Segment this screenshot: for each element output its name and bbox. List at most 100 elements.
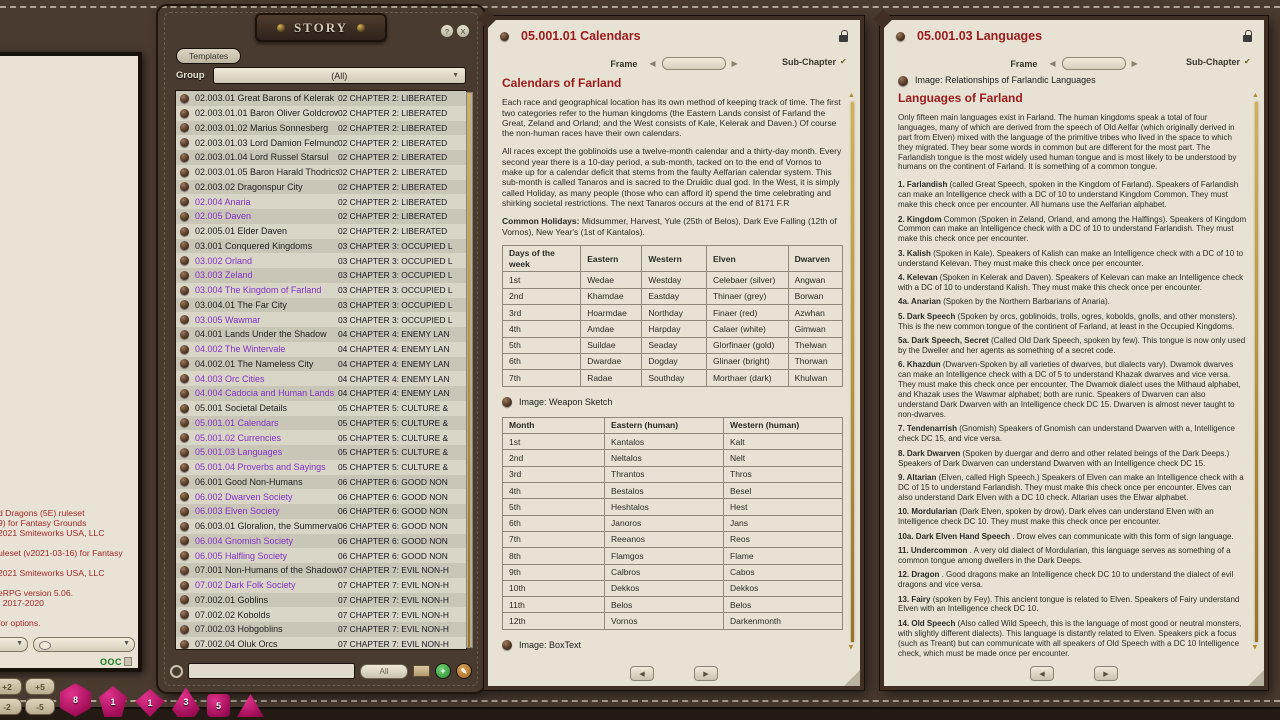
page-scrollbar[interactable] [851,102,854,642]
entry-orb-icon [180,374,189,383]
d6-die[interactable]: 5 [207,694,230,717]
link-ring-icon[interactable] [170,665,183,678]
frame-label: Frame [1010,59,1037,69]
story-entry-row[interactable]: 02.003.02 Dragonspur City02 CHAPTER 2: L… [176,180,466,195]
modifier-button[interactable]: -5 [25,698,55,715]
frame-prev-icon[interactable]: ◀ [649,59,655,68]
months-table: MonthEastern (human)Western (human)1stKa… [502,417,843,630]
image-link[interactable]: Image: Relationships of Farlandic Langua… [898,76,1247,86]
story-entry-row[interactable]: 02.005 Daven02 CHAPTER 2: LIBERATED [176,209,466,224]
story-entry-row[interactable]: 02.003.01 Great Barons of Kelerak02 CHAP… [176,91,466,106]
entry-name: 02.005.01 Elder Daven [195,226,338,236]
prev-page-button[interactable]: ◀ [630,666,654,681]
d12-die[interactable]: 1 [98,686,128,717]
add-entry-button[interactable]: + [435,663,451,679]
dice-tray: 81135 [60,683,264,717]
frame-slider[interactable] [662,57,726,70]
entry-name: 07.002 Dark Folk Society [195,580,338,590]
entry-orb-icon[interactable] [500,32,509,41]
help-button[interactable]: ? [440,24,454,38]
story-entry-row[interactable]: 05.001 Societal Details05 CHAPTER 5: CUL… [176,401,466,416]
prev-page-button[interactable]: ◀ [1030,666,1054,681]
image-link[interactable]: Image: Weapon Sketch [502,397,843,407]
story-entry-row[interactable]: 02.003.01.05 Baron Harald Thodricsson02 … [176,165,466,180]
story-entry-row[interactable]: 04.004 Cadocia and Human Lands04 CHAPTER… [176,386,466,401]
table-cell: Kantalos [605,434,724,450]
table-cell: Khamdae [581,288,642,304]
d10-die[interactable]: 1 [135,689,165,717]
story-entry-row[interactable]: 03.004 The Kingdom of Farland03 CHAPTER … [176,283,466,298]
group-select[interactable]: (All) ▼ [213,67,467,84]
frame-next-icon[interactable]: ▶ [1132,59,1138,68]
image-link[interactable]: Image: BoxText [502,640,843,650]
story-entry-row[interactable]: 05.001.04 Proverbs and Sayings05 CHAPTER… [176,460,466,475]
next-page-button[interactable]: ▶ [694,666,718,681]
story-entry-row[interactable]: 06.003 Elven Society06 CHAPTER 6: GOOD N… [176,504,466,519]
story-entry-row[interactable]: 06.001 Good Non-Humans06 CHAPTER 6: GOOD… [176,475,466,490]
story-entry-row[interactable]: 03.002 Orland03 CHAPTER 3: OCCUPIED L [176,253,466,268]
story-entry-row[interactable]: 06.004 Gnomish Society06 CHAPTER 6: GOOD… [176,534,466,549]
story-entry-row[interactable]: 02.003.01.04 Lord Russel Starsul02 CHAPT… [176,150,466,165]
chat-line: , 2017-2020 [0,598,135,608]
story-window-plaque[interactable]: STORY [255,13,387,42]
story-entry-row[interactable]: 02.004 Anaria02 CHAPTER 2: LIBERATED [176,194,466,209]
chat-voice-select[interactable]: ▼ [33,637,135,652]
frame-slider[interactable] [1062,57,1126,70]
story-entry-row[interactable]: 02.003.01.03 Lord Damion Felmund02 CHAPT… [176,135,466,150]
story-entry-row[interactable]: 04.002.01 The Nameless City04 CHAPTER 4:… [176,357,466,372]
table-cell: Angwan [788,272,842,288]
d20-die[interactable]: 8 [60,683,91,717]
filter-all-button[interactable]: All [360,664,408,679]
frame-prev-icon[interactable]: ◀ [1049,59,1055,68]
story-entry-row[interactable]: 03.001 Conquered Kingdoms03 CHAPTER 3: O… [176,239,466,254]
story-entry-row[interactable]: 04.003 Orc Cities04 CHAPTER 4: ENEMY LAN [176,371,466,386]
story-entry-row[interactable]: 07.001 Non-Humans of the Shadow07 CHAPTE… [176,563,466,578]
close-button[interactable]: X [456,24,470,38]
entry-group-label: 03 CHAPTER 3: OCCUPIED L [338,270,454,280]
story-entry-row[interactable]: 04.002 The Wintervale04 CHAPTER 4: ENEMY… [176,342,466,357]
subchapter-toggle[interactable]: Sub-Chapter ✔ [1186,57,1252,67]
story-list-scrollbar[interactable] [466,92,473,648]
modifier-button[interactable]: -2 [0,698,22,715]
story-entry-row[interactable]: 07.002 Dark Folk Society07 CHAPTER 7: EV… [176,578,466,593]
frame-next-icon[interactable]: ▶ [732,59,738,68]
edit-button[interactable]: ✎ [456,663,472,679]
entry-orb-icon [180,227,189,236]
entry-group-label: 02 CHAPTER 2: LIBERATED [338,167,454,177]
lock-icon[interactable] [839,35,848,42]
story-entry-row[interactable]: 03.004.01 The Far City03 CHAPTER 3: OCCU… [176,298,466,313]
grommet-icon [357,24,365,32]
story-entry-row[interactable]: 06.003.01 Gloralion, the Summervale06 CH… [176,519,466,534]
ooc-button[interactable]: OOC [100,657,132,667]
story-entry-row[interactable]: 07.002.03 Hobgoblins07 CHAPTER 7: EVIL N… [176,622,466,637]
image-link-label: Image: Relationships of Farlandic Langua… [915,76,1096,86]
story-entry-row[interactable]: 05.001.02 Currencies05 CHAPTER 5: CULTUR… [176,430,466,445]
story-entry-row[interactable]: 07.002.01 Goblins07 CHAPTER 7: EVIL NON-… [176,593,466,608]
story-entry-row[interactable]: 03.005 Wawmar03 CHAPTER 3: OCCUPIED L [176,312,466,327]
story-entry-row[interactable]: 04.001 Lands Under the Shadow04 CHAPTER … [176,327,466,342]
next-page-button[interactable]: ▶ [1094,666,1118,681]
category-icon[interactable] [413,665,430,677]
modifier-button[interactable]: +2 [0,678,22,695]
page-scrollbar[interactable] [1255,102,1258,642]
d4-die[interactable] [237,693,264,717]
templates-button[interactable]: Templates [176,48,241,64]
story-entry-row[interactable]: 02.003.01.02 Marius Sonnesberg02 CHAPTER… [176,121,466,136]
story-entry-row[interactable]: 03.003 Zeland03 CHAPTER 3: OCCUPIED L [176,268,466,283]
search-input[interactable] [188,663,355,679]
story-entry-row[interactable]: 02.005.01 Elder Daven02 CHAPTER 2: LIBER… [176,224,466,239]
story-entry-row[interactable]: 02.003.01.01 Baron Oliver Goldcrown02 CH… [176,106,466,121]
d8-die[interactable]: 3 [172,687,200,717]
lock-icon[interactable] [1243,35,1252,42]
story-entry-row[interactable]: 06.005 Halfling Society06 CHAPTER 6: GOO… [176,548,466,563]
table-cell: Amdae [581,321,642,337]
modifier-button[interactable]: +5 [25,678,55,695]
story-entry-row[interactable]: 05.001.01 Calendars05 CHAPTER 5: CULTURE… [176,416,466,431]
entry-orb-icon[interactable] [896,32,905,41]
subchapter-toggle[interactable]: Sub-Chapter ✔ [782,57,848,67]
chat-mode-select[interactable]: ▼ [0,637,28,652]
story-entry-row[interactable]: 05.001.03 Languages05 CHAPTER 5: CULTURE… [176,445,466,460]
story-entry-row[interactable]: 07.002.04 Oluk Orcs07 CHAPTER 7: EVIL NO… [176,637,466,650]
story-entry-row[interactable]: 07.002.02 Kobolds07 CHAPTER 7: EVIL NON-… [176,607,466,622]
story-entry-row[interactable]: 06.002 Dwarven Society06 CHAPTER 6: GOOD… [176,489,466,504]
